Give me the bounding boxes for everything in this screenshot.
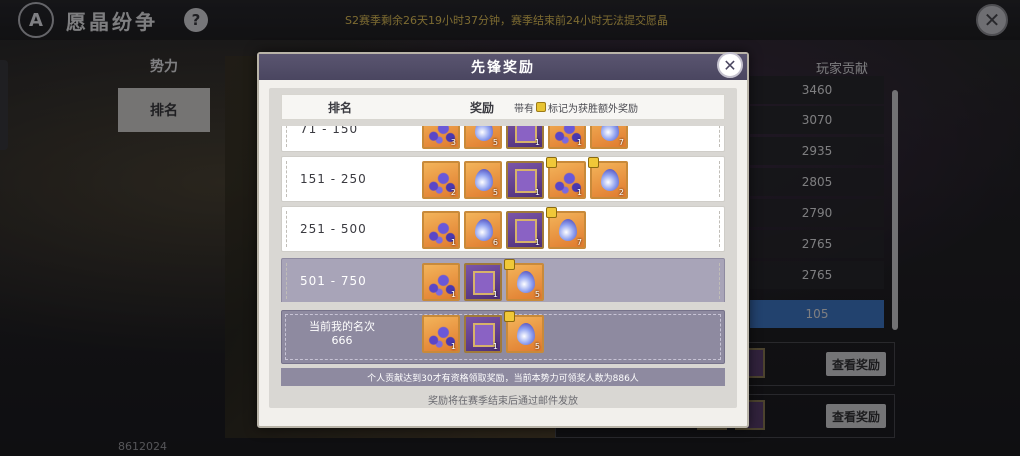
rank-row: 251 - 500 1617 xyxy=(281,206,725,252)
pioneer-reward-modal: 先锋奖励 ✕ 排名 奖励 带有 标记为获胜额外奖励 71 - 150 35117… xyxy=(257,52,749,428)
reward-item-box-icon[interactable]: 1 xyxy=(506,161,544,199)
reward-item-multi-icon[interactable]: 1 xyxy=(422,263,460,301)
reward-item-multi-icon[interactable]: 2 xyxy=(422,161,460,199)
current-rank-row: 501 - 750 1 1 5 xyxy=(281,258,725,302)
reward-items: 1617 xyxy=(422,207,586,249)
modal-body: 排名 奖励 带有 标记为获胜额外奖励 71 - 150 3 5 1 1 7 151 - … xyxy=(269,88,737,408)
item-count: 3 xyxy=(450,138,456,147)
rank-range-label: 501 - 750 xyxy=(300,274,367,288)
reward-item-drop-icon[interactable]: 7 xyxy=(590,126,628,149)
item-count: 1 xyxy=(534,238,540,247)
reward-item-multi-icon[interactable]: 1 xyxy=(546,157,586,199)
reward-item-drop-icon[interactable]: 5 xyxy=(464,126,502,149)
bonus-badge-icon xyxy=(536,102,546,112)
rank-reward-list[interactable]: 71 - 150 3 5 1 1 7 151 - 250 2 5 1 1 2 251 - 500… xyxy=(281,126,725,302)
bonus-badge-icon xyxy=(588,157,599,168)
rank-range-label: 151 - 250 xyxy=(300,172,367,186)
item-count: 1 xyxy=(492,342,498,351)
modal-title: 先锋奖励 xyxy=(471,60,535,76)
reward-items: 3 5 1 1 7 xyxy=(422,126,628,149)
bonus-badge-icon xyxy=(546,157,557,168)
reward-items: 2 5 1 1 2 xyxy=(422,157,628,199)
reward-item-box-icon[interactable]: 1 xyxy=(506,211,544,249)
drop-art-icon xyxy=(475,126,493,141)
drop-art-icon xyxy=(475,219,493,241)
modal-close-button[interactable]: ✕ xyxy=(717,52,743,78)
drop-art-icon xyxy=(601,169,619,191)
reward-item-drop-icon[interactable]: 2 xyxy=(588,157,628,199)
item-count: 2 xyxy=(618,188,624,197)
reward-item-multi-icon[interactable]: 3 xyxy=(422,126,460,149)
reward-item-multi-icon[interactable]: 1 xyxy=(422,211,460,249)
reward-item-box-icon[interactable]: 1 xyxy=(506,126,544,149)
box-art-icon xyxy=(473,271,495,295)
reward-item-box-icon[interactable]: 1 xyxy=(464,315,502,353)
item-count: 5 xyxy=(492,138,498,147)
box-art-icon xyxy=(515,169,537,193)
bonus-badge-icon xyxy=(504,311,515,322)
item-count: 5 xyxy=(492,188,498,197)
item-count: 1 xyxy=(576,138,582,147)
rank-row: 151 - 250 2 5 1 1 2 xyxy=(281,156,725,202)
eligibility-notice: 个人贡献达到30才有资格领取奖励，当前本势力可领奖人数为886人 xyxy=(281,368,725,386)
reward-item-drop-icon[interactable]: 7 xyxy=(546,207,586,249)
reward-item-box-icon[interactable]: 1 xyxy=(464,263,502,301)
item-count: 6 xyxy=(492,238,498,247)
my-rank-panel: 当前我的名次 666 1 1 5 xyxy=(281,310,725,364)
drop-art-icon xyxy=(517,271,535,293)
drop-art-icon xyxy=(601,126,619,141)
bonus-note: 带有 标记为获胜额外奖励 xyxy=(514,100,638,115)
column-header: 排名 奖励 带有 标记为获胜额外奖励 xyxy=(281,94,725,120)
item-count: 1 xyxy=(450,238,456,247)
item-count: 1 xyxy=(534,138,540,147)
column-rank-label: 排名 xyxy=(328,100,353,115)
rank-range-label: 71 - 150 xyxy=(300,126,359,136)
item-count: 1 xyxy=(450,290,456,299)
column-reward-label: 奖励 xyxy=(470,100,495,115)
reward-item-drop-icon[interactable]: 5 xyxy=(504,259,544,301)
item-count: 2 xyxy=(450,188,456,197)
reward-items: 1 1 5 xyxy=(422,259,544,301)
box-art-icon xyxy=(515,126,537,143)
drop-art-icon xyxy=(475,169,493,191)
bonus-badge-icon xyxy=(504,259,515,270)
reward-item-multi-icon[interactable]: 1 xyxy=(422,315,460,353)
item-count: 5 xyxy=(534,290,540,299)
item-count: 7 xyxy=(576,238,582,247)
my-rank-title: 当前我的名次 xyxy=(309,320,375,333)
item-count: 1 xyxy=(534,188,540,197)
box-art-icon xyxy=(515,219,537,243)
drop-art-icon xyxy=(559,219,577,241)
reward-item-multi-icon[interactable]: 1 xyxy=(548,126,586,149)
reward-item-drop-icon[interactable]: 5 xyxy=(464,161,502,199)
bonus-badge-icon xyxy=(546,207,557,218)
item-count: 1 xyxy=(450,342,456,351)
item-count: 7 xyxy=(618,138,624,147)
my-rank-value: 666 xyxy=(331,334,353,347)
drop-art-icon xyxy=(517,323,535,345)
box-art-icon xyxy=(473,323,495,347)
mail-delivery-note: 奖励将在赛季结束后通过邮件发放 xyxy=(428,396,578,407)
my-reward-items: 1 1 5 xyxy=(422,311,544,353)
reward-item-drop-icon[interactable]: 6 xyxy=(464,211,502,249)
item-count: 1 xyxy=(492,290,498,299)
rank-range-label: 251 - 500 xyxy=(300,222,367,236)
reward-item-drop-icon[interactable]: 5 xyxy=(504,311,544,353)
rank-row: 71 - 150 3 5 1 1 7 xyxy=(281,126,725,152)
bonus-note-prefix: 带有 xyxy=(514,103,534,115)
my-rank-label: 当前我的名次 666 xyxy=(292,320,392,348)
item-count: 5 xyxy=(534,342,540,351)
modal-header: 先锋奖励 xyxy=(259,54,747,80)
bonus-note-suffix: 标记为获胜额外奖励 xyxy=(548,103,638,115)
item-count: 1 xyxy=(576,188,582,197)
